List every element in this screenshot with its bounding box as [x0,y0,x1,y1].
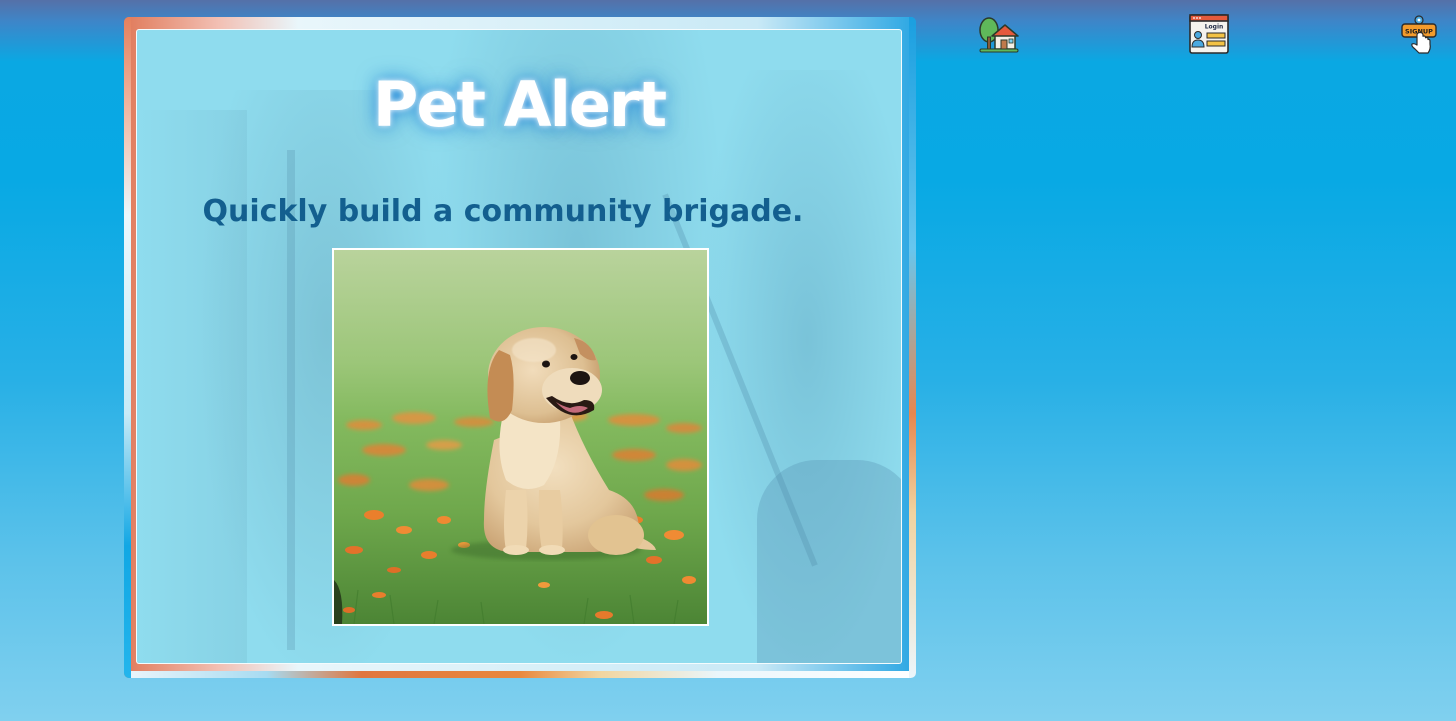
home-icon[interactable]: Home [977,13,1021,57]
puppy-photo [332,248,709,626]
login-badge-text: Login [1205,24,1224,31]
login-icon[interactable]: Login Login [1187,13,1231,57]
puppy-image [334,250,707,624]
signup-icon[interactable]: Sign Up SIGNUP [1398,13,1442,57]
page-title: Pet Alert [372,68,667,141]
background-figure [757,460,901,663]
hero-panel-frame: Pet Alert Quickly build a community brig… [124,17,916,678]
hero-panel: Pet Alert Quickly build a community brig… [136,29,902,664]
page-subtitle: Quickly build a community brigade. [202,194,804,229]
